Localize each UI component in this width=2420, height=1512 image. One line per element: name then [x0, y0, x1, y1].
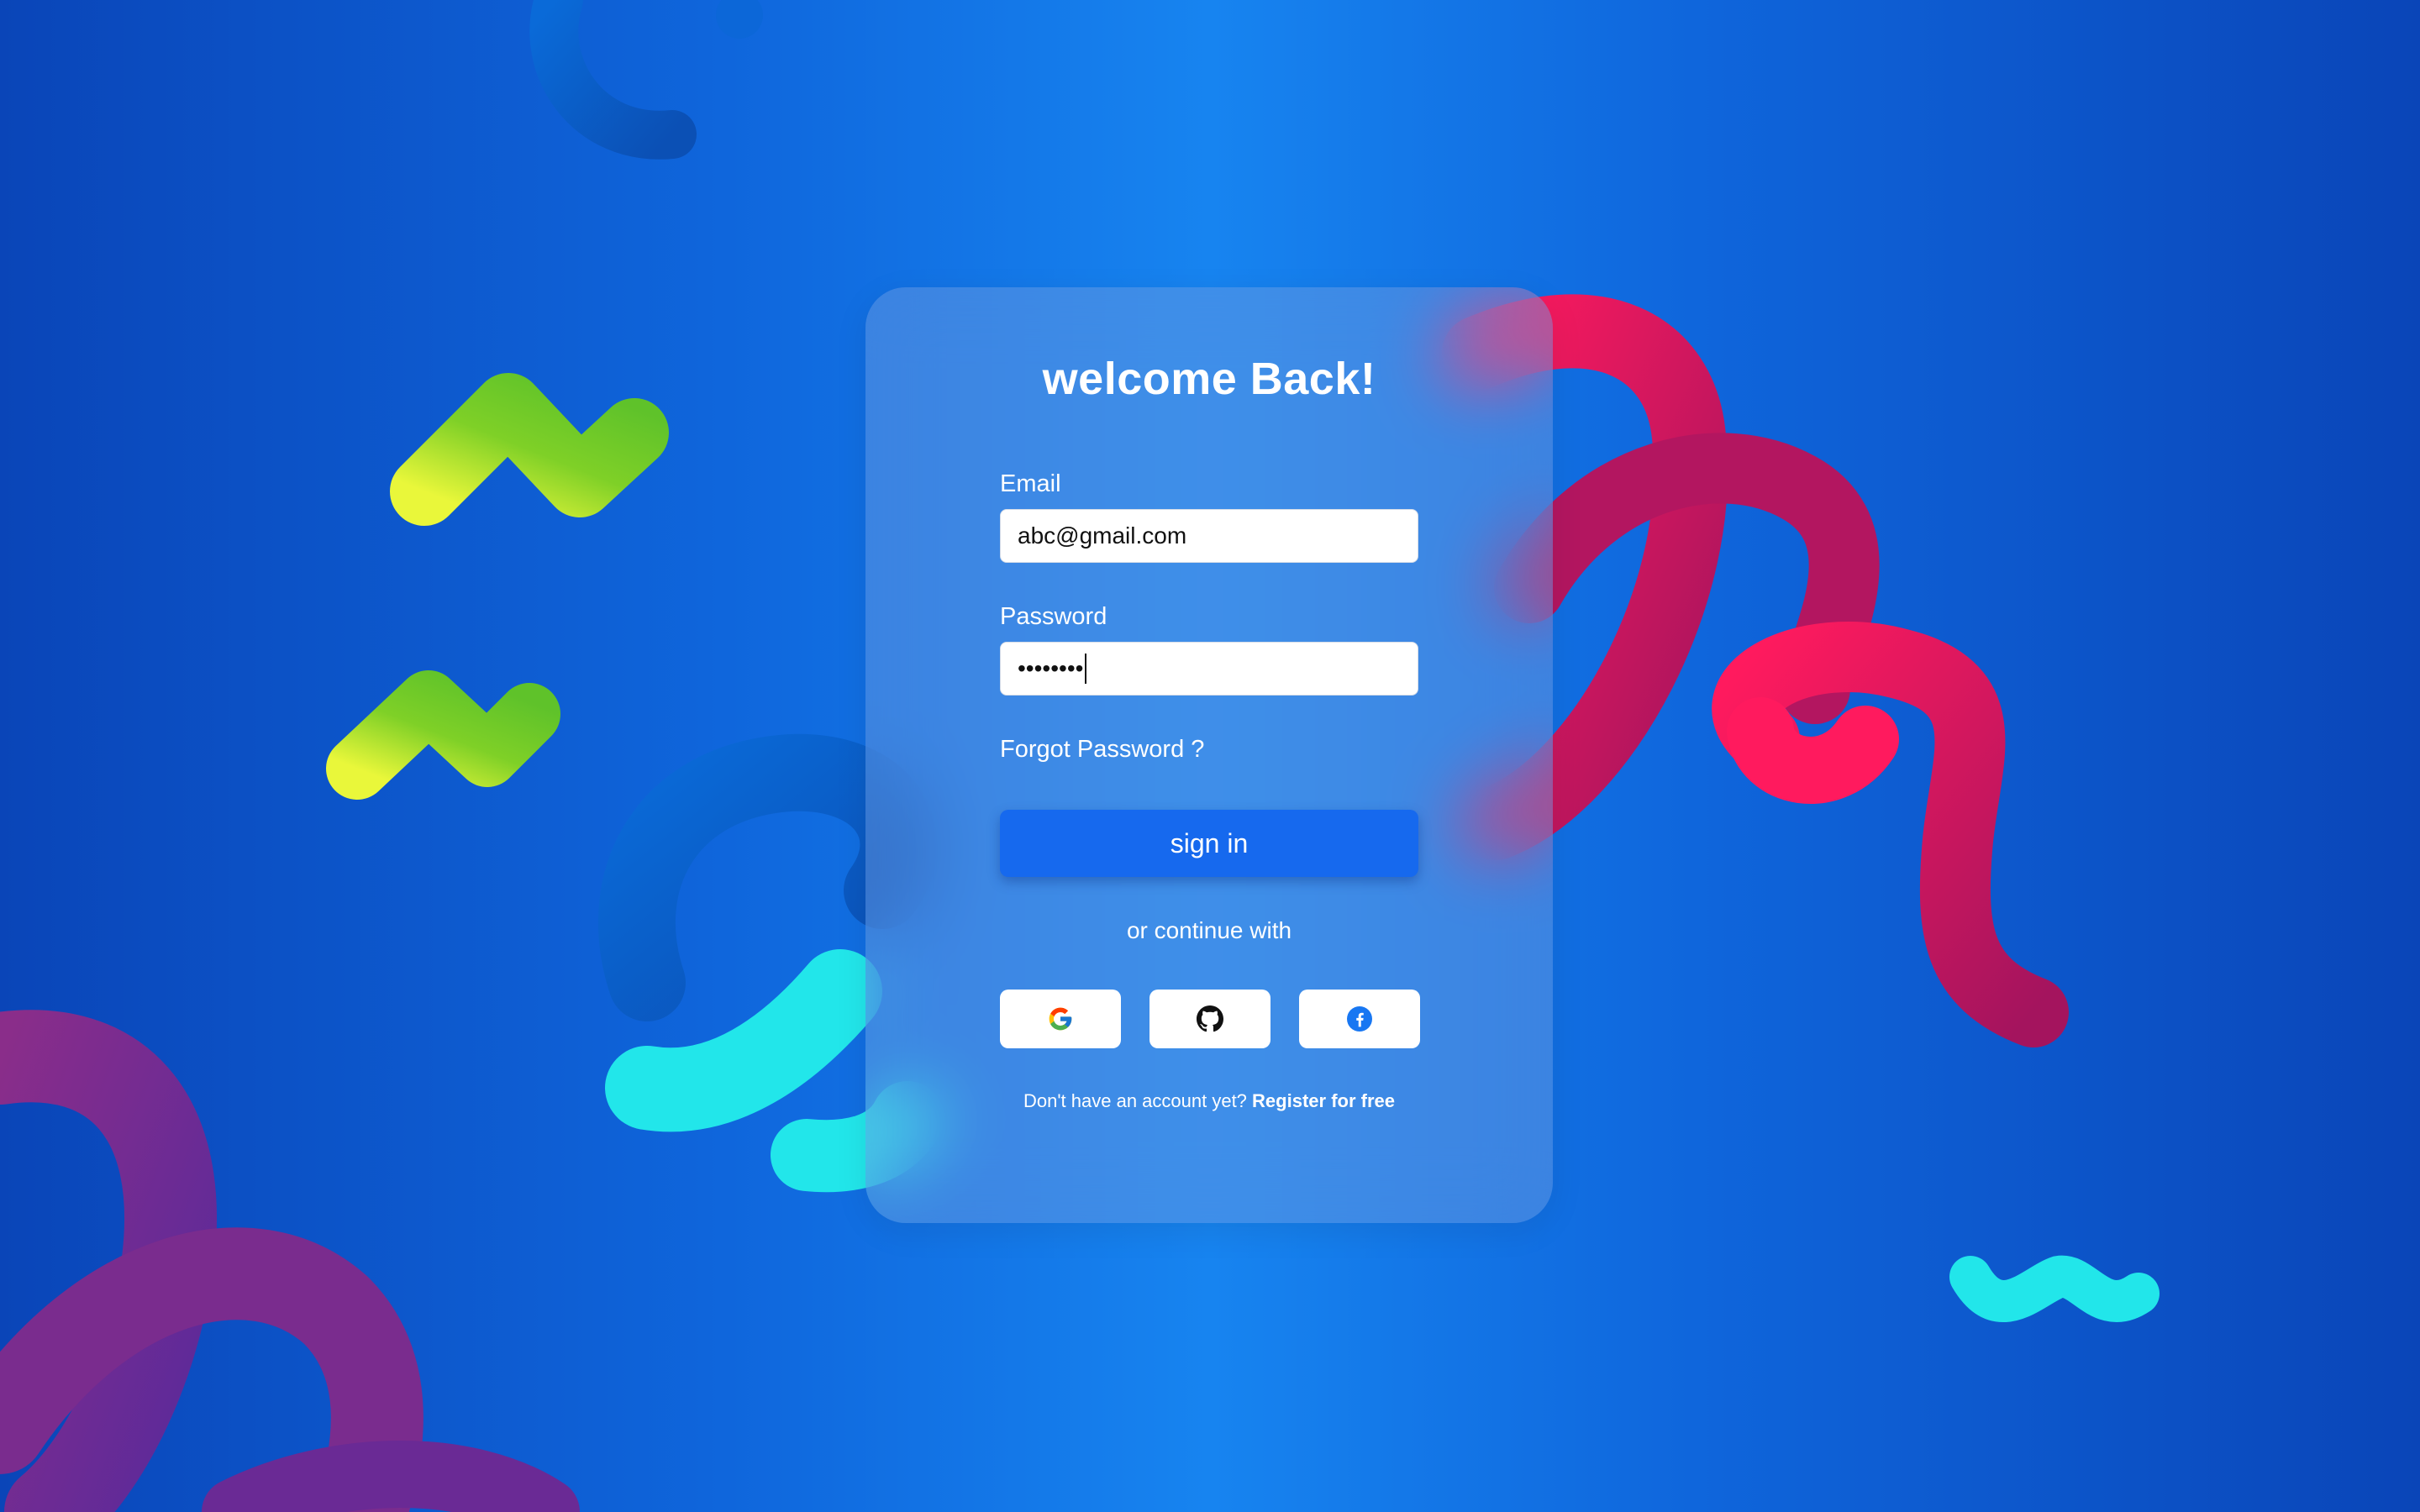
google-login-button[interactable]: [1000, 990, 1121, 1048]
login-card: welcome Back! Email abc@gmail.com Passwo…: [865, 287, 1553, 1223]
password-value: ••••••••: [1018, 655, 1084, 681]
register-prompt-text: Don't have an account yet?: [1023, 1090, 1247, 1111]
green-zigzag-shape: [326, 670, 560, 800]
github-icon: [1197, 1005, 1223, 1032]
cyan-swirl-shape: [597, 733, 938, 1021]
password-field[interactable]: ••••••••: [1000, 642, 1418, 696]
email-label: Email: [1000, 470, 1061, 497]
facebook-login-button[interactable]: [1299, 990, 1420, 1048]
cyan-squiggle-shape: [1949, 1255, 2160, 1322]
blue-ring-shape: [529, 0, 697, 160]
red-loop-shape: [1727, 697, 1899, 804]
continue-with-divider: or continue with: [1126, 917, 1292, 943]
facebook-icon: [1347, 1006, 1372, 1032]
password-label: Password: [1000, 603, 1107, 630]
text-caret: [1085, 654, 1087, 684]
google-icon: [1049, 1007, 1072, 1031]
green-zigzag-shape: [390, 373, 669, 526]
blue-dot-shape: [716, 0, 763, 39]
register-prompt: Don't have an account yet? Register for …: [865, 1090, 1553, 1112]
email-field[interactable]: abc@gmail.com: [1000, 509, 1418, 563]
forgot-password-link[interactable]: Forgot Password ?: [1000, 736, 1204, 764]
email-value: abc@gmail.com: [1018, 522, 1187, 549]
github-login-button[interactable]: [1150, 990, 1270, 1048]
register-link[interactable]: Register for free: [1252, 1090, 1395, 1111]
sign-in-button[interactable]: sign in: [1000, 810, 1418, 877]
page-title: welcome Back!: [1042, 354, 1376, 404]
purple-loop-shape: [202, 1441, 580, 1512]
